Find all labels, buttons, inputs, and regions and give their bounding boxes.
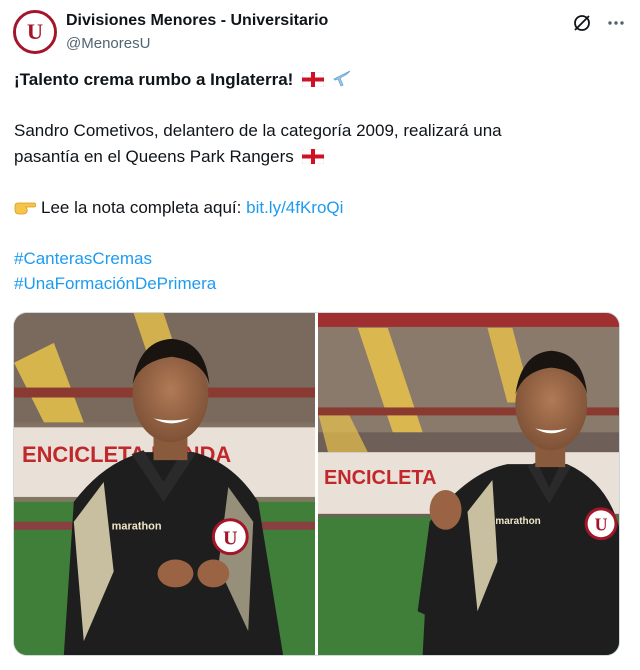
- avatar-letter: U: [27, 19, 43, 44]
- hashtag-una-formacion-de-primera[interactable]: #UnaFormaciónDePrimera: [14, 274, 216, 293]
- crest-letter: U: [595, 515, 608, 535]
- tweet-body-line-1: Sandro Cometivos, delantero de la catego…: [14, 121, 502, 140]
- england-flag-icon: [302, 148, 325, 164]
- airplane-icon: [333, 70, 351, 87]
- shirt-brand-text: marathon: [112, 521, 162, 533]
- article-link[interactable]: bit.ly/4fKroQi: [246, 198, 343, 217]
- author-display-name[interactable]: Divisiones Menores - Universitario: [66, 10, 328, 31]
- tweet-header: U Divisiones Menores - Universitario @Me…: [13, 9, 626, 55]
- player-photo-1[interactable]: ENCICLETA HONDA marathon U: [14, 313, 315, 655]
- shirt-brand-text: marathon: [495, 516, 540, 527]
- player-photo-2[interactable]: ENCICLETA marathon U: [318, 313, 619, 655]
- stadium-banner-text: ENCICLETA: [324, 467, 436, 489]
- tweet-body-line-2: pasantía en el Queens Park Rangers: [14, 146, 294, 166]
- author-avatar[interactable]: U: [13, 10, 57, 54]
- more-options-icon[interactable]: [606, 13, 626, 33]
- pointing-right-hand-icon: [14, 202, 36, 214]
- tweet-media: ENCICLETA HONDA marathon U ENCICLETA mar…: [13, 312, 620, 656]
- author-handle[interactable]: @MenoresU: [66, 33, 328, 54]
- tweet-headline: ¡Talento crema rumbo a Inglaterra!: [14, 70, 294, 89]
- crest-letter: U: [223, 528, 237, 550]
- read-more-label: Lee la nota completa aquí:: [41, 197, 242, 217]
- grok-icon[interactable]: [572, 13, 592, 33]
- tweet-text: ¡Talento crema rumbo a Inglaterra! Sandr…: [14, 67, 614, 297]
- tweet-card: U Divisiones Menores - Universitario @Me…: [0, 0, 640, 670]
- england-flag-icon: [302, 72, 325, 87]
- hashtag-canteras-cremas[interactable]: #CanterasCremas: [14, 249, 152, 268]
